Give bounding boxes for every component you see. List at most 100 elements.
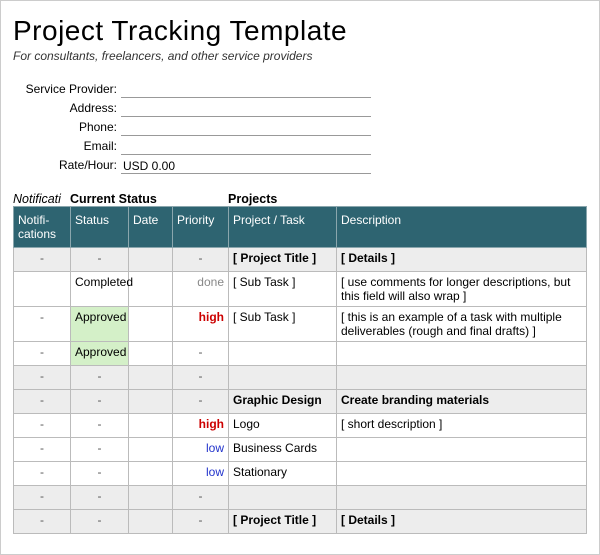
cell-date[interactable] xyxy=(129,366,173,390)
cell-project[interactable]: Business Cards xyxy=(229,438,337,462)
cell-description[interactable]: [ Details ] xyxy=(337,248,587,272)
cell-date[interactable] xyxy=(129,414,173,438)
cell-notifications[interactable]: - xyxy=(14,366,71,390)
cell-project[interactable]: [ Sub Task ] xyxy=(229,307,337,342)
phone-row: Phone: xyxy=(19,117,587,136)
col-priority: Priority xyxy=(173,207,229,248)
page-title: Project Tracking Template xyxy=(13,15,587,47)
cell-description[interactable] xyxy=(337,342,587,366)
cell-description[interactable]: [ this is an example of a task with mult… xyxy=(337,307,587,342)
cell-status[interactable]: - xyxy=(71,366,129,390)
table-row: --- xyxy=(14,366,587,390)
cell-notifications[interactable]: - xyxy=(14,307,71,342)
section-notifications: Notificati xyxy=(13,192,70,206)
table-row: Completed done[ Sub Task ][ use comments … xyxy=(14,272,587,307)
cell-description[interactable]: Create branding materials xyxy=(337,390,587,414)
cell-project[interactable] xyxy=(229,342,337,366)
table-row: ---[ Project Title ][ Details ] xyxy=(14,510,587,534)
email-label: Email: xyxy=(19,139,121,153)
cell-project[interactable]: Stationary xyxy=(229,462,337,486)
col-status: Status xyxy=(71,207,129,248)
cell-project[interactable]: [ Project Title ] xyxy=(229,510,337,534)
cell-date[interactable] xyxy=(129,390,173,414)
cell-notifications[interactable] xyxy=(14,272,71,307)
cell-description[interactable]: [ short description ] xyxy=(337,414,587,438)
cell-status[interactable]: Completed xyxy=(71,272,129,307)
cell-status[interactable]: - xyxy=(71,510,129,534)
col-project-task: Project / Task xyxy=(229,207,337,248)
rate-row: Rate/Hour: USD 0.00 xyxy=(19,155,587,174)
cell-date[interactable] xyxy=(129,510,173,534)
cell-date[interactable] xyxy=(129,438,173,462)
cell-date[interactable] xyxy=(129,342,173,366)
table-row: ---[ Project Title ][ Details ] xyxy=(14,248,587,272)
cell-project[interactable]: [ Sub Task ] xyxy=(229,272,337,307)
cell-priority[interactable]: done xyxy=(173,272,229,307)
cell-notifications[interactable]: - xyxy=(14,510,71,534)
cell-priority[interactable]: - xyxy=(173,366,229,390)
cell-priority[interactable]: - xyxy=(173,342,229,366)
provider-value[interactable] xyxy=(121,79,371,98)
email-row: Email: xyxy=(19,136,587,155)
cell-notifications[interactable]: - xyxy=(14,390,71,414)
cell-status[interactable]: - xyxy=(71,414,129,438)
cell-date[interactable] xyxy=(129,307,173,342)
table-row: -- lowStationary xyxy=(14,462,587,486)
phone-value[interactable] xyxy=(121,117,371,136)
table-row: ---Graphic DesignCreate branding materia… xyxy=(14,390,587,414)
section-headers: Notificati Current Status Projects xyxy=(13,192,587,206)
cell-project[interactable] xyxy=(229,486,337,510)
cell-description[interactable] xyxy=(337,438,587,462)
cell-project[interactable]: Graphic Design xyxy=(229,390,337,414)
cell-status[interactable]: - xyxy=(71,438,129,462)
cell-description[interactable] xyxy=(337,366,587,390)
cell-priority[interactable]: - xyxy=(173,248,229,272)
cell-description[interactable]: [ use comments for longer descriptions, … xyxy=(337,272,587,307)
provider-label: Service Provider: xyxy=(19,82,121,96)
cell-priority[interactable]: low xyxy=(173,438,229,462)
cell-date[interactable] xyxy=(129,248,173,272)
cell-status[interactable]: Approved xyxy=(71,307,129,342)
cell-date[interactable] xyxy=(129,462,173,486)
cell-status[interactable]: - xyxy=(71,248,129,272)
cell-priority[interactable]: high xyxy=(173,307,229,342)
table-row: -Approved- xyxy=(14,342,587,366)
template-page: Project Tracking Template For consultant… xyxy=(0,0,600,555)
cell-notifications[interactable]: - xyxy=(14,414,71,438)
cell-date[interactable] xyxy=(129,272,173,307)
cell-date[interactable] xyxy=(129,486,173,510)
cell-description[interactable] xyxy=(337,462,587,486)
cell-notifications[interactable]: - xyxy=(14,438,71,462)
cell-description[interactable]: [ Details ] xyxy=(337,510,587,534)
table-body: ---[ Project Title ][ Details ]Completed… xyxy=(14,248,587,534)
header-row: Notifi-cations Status Date Priority Proj… xyxy=(14,207,587,248)
cell-project[interactable]: Logo xyxy=(229,414,337,438)
cell-notifications[interactable]: - xyxy=(14,462,71,486)
cell-priority[interactable]: low xyxy=(173,462,229,486)
cell-project[interactable] xyxy=(229,366,337,390)
cell-notifications[interactable]: - xyxy=(14,342,71,366)
cell-notifications[interactable]: - xyxy=(14,486,71,510)
cell-project[interactable]: [ Project Title ] xyxy=(229,248,337,272)
cell-priority[interactable]: high xyxy=(173,414,229,438)
provider-info-block: Service Provider: Address: Phone: Email:… xyxy=(19,79,587,174)
table-row: --- xyxy=(14,486,587,510)
cell-priority[interactable]: - xyxy=(173,510,229,534)
rate-label: Rate/Hour: xyxy=(19,158,121,172)
cell-status[interactable]: - xyxy=(71,486,129,510)
rate-value[interactable]: USD 0.00 xyxy=(121,155,371,174)
col-date: Date xyxy=(129,207,173,248)
address-row: Address: xyxy=(19,98,587,117)
cell-status[interactable]: - xyxy=(71,390,129,414)
address-value[interactable] xyxy=(121,98,371,117)
cell-status[interactable]: Approved xyxy=(71,342,129,366)
section-projects: Projects xyxy=(228,192,277,206)
email-value[interactable] xyxy=(121,136,371,155)
cell-notifications[interactable]: - xyxy=(14,248,71,272)
cell-status[interactable]: - xyxy=(71,462,129,486)
section-current-status: Current Status xyxy=(70,192,228,206)
cell-priority[interactable]: - xyxy=(173,390,229,414)
page-subtitle: For consultants, freelancers, and other … xyxy=(13,49,587,63)
cell-description[interactable] xyxy=(337,486,587,510)
cell-priority[interactable]: - xyxy=(173,486,229,510)
